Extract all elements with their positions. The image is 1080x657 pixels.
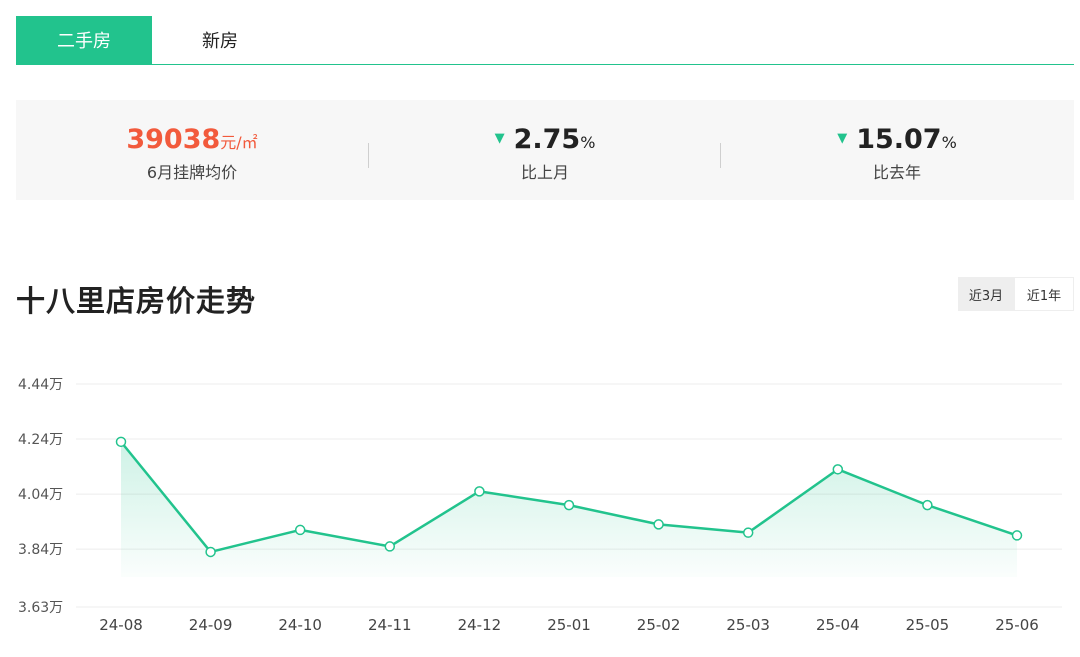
y-tick-label: 3.63万 [18, 600, 63, 616]
trend-title: 十八里店房价走势 [16, 284, 257, 318]
month-change-stat: ▼ 2.75 % 比上月 [369, 100, 721, 200]
tab-new-homes[interactable]: 新房 [152, 16, 288, 64]
range-1-year-button[interactable]: 近1年 [1014, 277, 1074, 311]
tab-second-hand[interactable]: 二手房 [16, 16, 152, 64]
listing-price-value: 39038 [126, 124, 221, 155]
x-tick-label: 24-12 [458, 616, 502, 634]
year-change-stat: ▼ 15.07 % 比去年 [721, 100, 1073, 200]
x-tick-label: 24-09 [189, 616, 233, 634]
x-tick-label: 25-06 [995, 616, 1039, 634]
month-change-unit: % [580, 133, 596, 152]
data-point-24-12[interactable] [474, 486, 485, 497]
x-tick-label: 24-11 [368, 616, 412, 634]
listing-price-unit: 元/㎡ [220, 133, 258, 152]
x-tick-label: 24-08 [99, 616, 143, 634]
y-tick-label: 4.44万 [18, 377, 63, 393]
y-tick-label: 4.04万 [18, 487, 63, 503]
x-tick-label: 25-01 [547, 616, 591, 634]
down-triangle-icon: ▼ [837, 131, 848, 146]
data-point-24-09[interactable] [205, 546, 216, 558]
month-change-label: 比上月 [520, 163, 569, 182]
data-point-25-01[interactable] [563, 499, 575, 511]
year-change-unit: % [941, 133, 957, 152]
data-point-24-10[interactable] [294, 524, 306, 536]
range-3-months-button[interactable]: 近3月 [958, 277, 1014, 311]
month-change-value: 2.75 [513, 124, 581, 155]
y-tick-label: 4.24万 [18, 432, 63, 448]
year-change-value: 15.07 [856, 124, 942, 155]
data-point-25-03[interactable] [742, 527, 754, 538]
housing-type-tabs: 二手房 新房 [16, 16, 1074, 65]
listing-price-stat: 39038 元/㎡ 6月挂牌均价 [16, 100, 368, 200]
data-point-25-04[interactable] [832, 464, 844, 475]
data-point-25-02[interactable] [653, 519, 664, 530]
data-point-25-05[interactable] [922, 499, 933, 511]
x-tick-label: 24-10 [278, 616, 322, 634]
data-point-24-08[interactable] [115, 436, 127, 448]
x-tick-label: 25-04 [816, 616, 860, 634]
listing-price-label: 6月挂牌均价 [146, 163, 238, 182]
down-triangle-icon: ▼ [494, 131, 505, 146]
data-point-25-06[interactable] [1011, 530, 1023, 541]
x-tick-label: 25-05 [906, 616, 950, 634]
y-tick-label: 3.84万 [18, 542, 63, 558]
x-tick-label: 25-03 [726, 616, 770, 634]
price-trend-chart: 4.44万 4.24万 4.04万 3.84万 3.63万 24-08 24-09 24-1… [18, 377, 1062, 634]
data-point-24-11[interactable] [384, 541, 396, 552]
x-tick-label: 25-02 [637, 616, 681, 634]
price-stats-panel: 39038 元/㎡ 6月挂牌均价 ▼ 2.75 % 比上月 ▼ 15.07 % … [16, 100, 1074, 200]
year-change-label: 比去年 [872, 163, 921, 182]
